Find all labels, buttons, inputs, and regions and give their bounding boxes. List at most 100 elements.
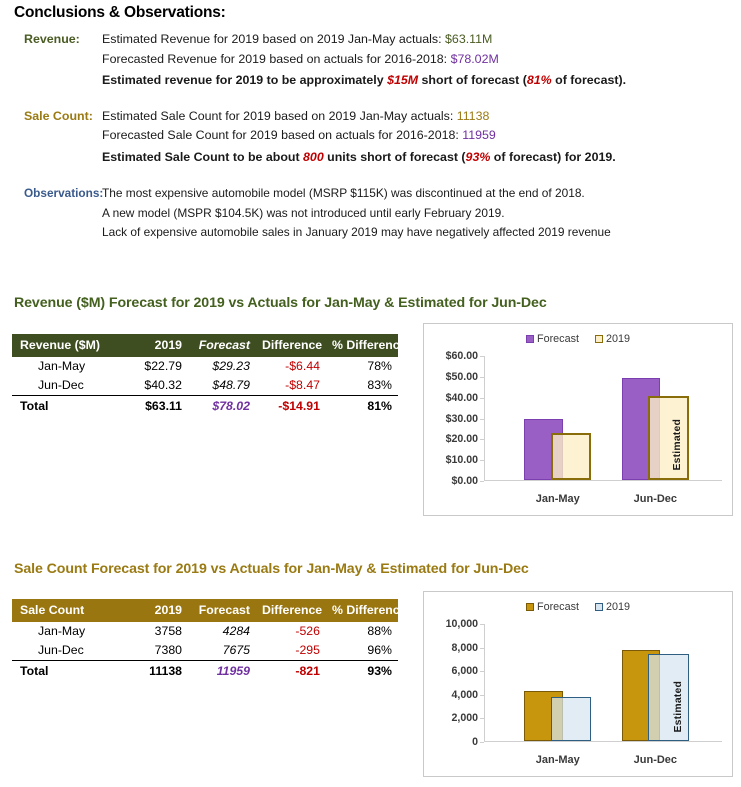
text-mid: short of forecast ( bbox=[418, 73, 527, 87]
sale-count-chart-legend: Forecast 2019 bbox=[424, 601, 732, 613]
cell-total-label: Total bbox=[12, 660, 124, 681]
conclusion-line: Estimated revenue for 2019 to be approxi… bbox=[0, 71, 741, 91]
sale-count-panel-title: Sale Count Forecast for 2019 vs Actuals … bbox=[14, 561, 529, 577]
sale-count-table: Sale Count 2019 Forecast Difference % Di… bbox=[12, 599, 407, 681]
bar-2019-jun-dec[interactable]: Estimated bbox=[648, 396, 689, 480]
y-tick-label: $60.00 bbox=[445, 350, 478, 362]
y-tick-mark bbox=[480, 397, 484, 399]
conclusion-text-summary: Estimated revenue for 2019 to be approxi… bbox=[102, 71, 626, 91]
y-axis-line bbox=[484, 624, 485, 742]
value-revenue-shortfall: $15M bbox=[387, 73, 419, 87]
revenue-chart[interactable]: Forecast 2019 $60.00 $50.00 $40.00 $30.0… bbox=[423, 323, 733, 516]
cell-pct-difference: 96% bbox=[367, 643, 392, 657]
y-tick-mark bbox=[480, 418, 484, 420]
y-tick-mark bbox=[480, 356, 484, 357]
legend-item-forecast[interactable]: Forecast bbox=[525, 601, 579, 613]
bar-annotation-estimated: Estimated bbox=[671, 418, 683, 470]
legend-item-2019[interactable]: 2019 bbox=[594, 601, 630, 613]
y-tick-mark bbox=[480, 742, 484, 743]
x-tick-label: Jun-Dec bbox=[633, 754, 678, 766]
cell-forecast: 7675 bbox=[222, 643, 250, 657]
cell-difference: -295 bbox=[295, 643, 320, 657]
sale-count-panel: Sale Count Forecast for 2019 vs Actuals … bbox=[0, 561, 741, 577]
legend-item-2019[interactable]: 2019 bbox=[594, 333, 631, 345]
cell-total-difference: -821 bbox=[256, 660, 326, 681]
conclusions-section: Conclusions & Observations: Revenue: Est… bbox=[0, 0, 741, 243]
bar-2019-jan-may[interactable] bbox=[550, 432, 592, 480]
text-post: of forecast). bbox=[551, 73, 627, 87]
cell-pct-difference: 78% bbox=[367, 359, 392, 373]
y-tick-label: $10.00 bbox=[445, 454, 478, 467]
y-tick-label: 2,000 bbox=[451, 712, 478, 725]
bar-2019-jan-may[interactable] bbox=[550, 696, 592, 741]
cell-total-label: Total bbox=[12, 395, 124, 416]
cell-2019: $40.32 bbox=[144, 378, 182, 392]
observation-text: Lack of expensive automobile sales in Ja… bbox=[102, 225, 611, 239]
cell-forecast: 4284 bbox=[222, 624, 250, 638]
col-header-category: Sale Count bbox=[12, 599, 124, 622]
page-title: Conclusions & Observations: bbox=[14, 4, 226, 21]
cell-category: Jan-May bbox=[38, 359, 86, 373]
text-post: of forecast) for 2019. bbox=[490, 149, 616, 164]
observation-line: Observations: The most expensive automob… bbox=[0, 184, 741, 204]
cell-2019: $22.79 bbox=[144, 359, 182, 373]
conclusion-text: Estimated Sale Count for 2019 based on 2… bbox=[102, 107, 489, 127]
table-header-row: Revenue ($M) 2019 Forecast Difference % … bbox=[12, 334, 407, 357]
y-tick-mark bbox=[480, 694, 484, 696]
legend-swatch-forecast bbox=[525, 603, 534, 611]
value-forecast-sale-count: 11959 bbox=[462, 128, 496, 142]
col-header-2019: 2019 bbox=[124, 599, 188, 622]
conclusion-text: Forecasted Revenue for 2019 based on act… bbox=[102, 50, 499, 70]
cell-difference: -$8.47 bbox=[285, 378, 320, 392]
y-tick-label: 6,000 bbox=[451, 665, 478, 678]
conclusion-group-observations: Observations: The most expensive automob… bbox=[0, 184, 741, 243]
col-header-pct-difference: % Difference bbox=[326, 334, 407, 357]
conclusion-line: Revenue: Estimated Revenue for 2019 base… bbox=[0, 30, 741, 50]
conclusion-text: Estimated Revenue for 2019 based on 2019… bbox=[102, 30, 492, 50]
y-tick-mark bbox=[480, 624, 484, 625]
revenue-table: Revenue ($M) 2019 Forecast Difference % … bbox=[12, 334, 407, 416]
col-header-forecast: Forecast bbox=[188, 599, 256, 622]
cell-pct-difference: 83% bbox=[367, 378, 392, 392]
conclusion-line: Forecasted Sale Count for 2019 based on … bbox=[0, 126, 741, 146]
y-tick-label: 0 bbox=[472, 736, 478, 748]
revenue-chart-y-axis: $60.00 $50.00 $40.00 $30.00 $20.00 $10.0… bbox=[424, 350, 478, 487]
cell-total-2019: $63.11 bbox=[124, 395, 188, 416]
y-tick-label: $0.00 bbox=[451, 475, 478, 487]
conclusion-text: Forecasted Sale Count for 2019 based on … bbox=[102, 126, 496, 146]
group-label-revenue: Revenue: bbox=[24, 32, 80, 46]
conclusion-line: Estimated Sale Count to be about 800 uni… bbox=[0, 148, 741, 168]
sale-count-chart-plot-area: Jan-May Estimated Jun-Dec bbox=[480, 624, 722, 766]
observation-text: A new model (MSPR $104.5K) was not intro… bbox=[102, 205, 505, 220]
sale-count-table-wrap: Sale Count 2019 Forecast Difference % Di… bbox=[0, 599, 407, 681]
value-forecast-revenue: $78.02M bbox=[450, 51, 499, 66]
conclusion-line: Forecasted Revenue for 2019 based on act… bbox=[0, 50, 741, 70]
conclusion-group-sale-count: Sale Count: Estimated Sale Count for 201… bbox=[0, 107, 741, 168]
y-tick-mark bbox=[480, 647, 484, 649]
legend-label-2019: 2019 bbox=[605, 333, 631, 345]
cell-category: Jan-May bbox=[38, 624, 86, 638]
revenue-chart-legend: Forecast 2019 bbox=[424, 333, 732, 345]
table-row: Jun-Dec 7380 7675 -295 96% bbox=[12, 641, 398, 661]
sale-count-chart-y-axis: 10,000 8,000 6,000 4,000 2,000 0 bbox=[424, 618, 478, 748]
conclusion-line: Sale Count: Estimated Sale Count for 201… bbox=[0, 107, 741, 127]
cell-total-2019: 11138 bbox=[124, 660, 188, 681]
revenue-table-wrap: Revenue ($M) 2019 Forecast Difference % … bbox=[0, 334, 407, 416]
sale-count-chart[interactable]: Forecast 2019 10,000 8,000 6,000 4,000 2… bbox=[423, 591, 733, 777]
col-header-2019: 2019 bbox=[124, 334, 188, 357]
cell-pct-difference: 88% bbox=[367, 624, 392, 638]
y-tick-label: 4,000 bbox=[451, 688, 478, 701]
y-tick-label: $20.00 bbox=[445, 433, 478, 446]
cell-total-forecast: 11959 bbox=[188, 660, 256, 681]
cell-total-pct-difference: 93% bbox=[326, 660, 398, 681]
text-mid: units short of forecast ( bbox=[323, 149, 466, 164]
cell-difference: -526 bbox=[295, 624, 320, 638]
col-header-category: Revenue ($M) bbox=[12, 334, 124, 357]
table-total-row: Total $63.11 $78.02 -$14.91 81% bbox=[12, 395, 398, 416]
table-total-row: Total 11138 11959 -821 93% bbox=[12, 660, 398, 681]
legend-item-forecast[interactable]: Forecast bbox=[525, 333, 579, 345]
y-tick-label: $40.00 bbox=[445, 391, 478, 404]
observation-line: A new model (MSPR $104.5K) was not intro… bbox=[0, 204, 741, 224]
group-label-observations: Observations: bbox=[24, 186, 104, 200]
bar-2019-jun-dec[interactable]: Estimated bbox=[648, 653, 689, 741]
